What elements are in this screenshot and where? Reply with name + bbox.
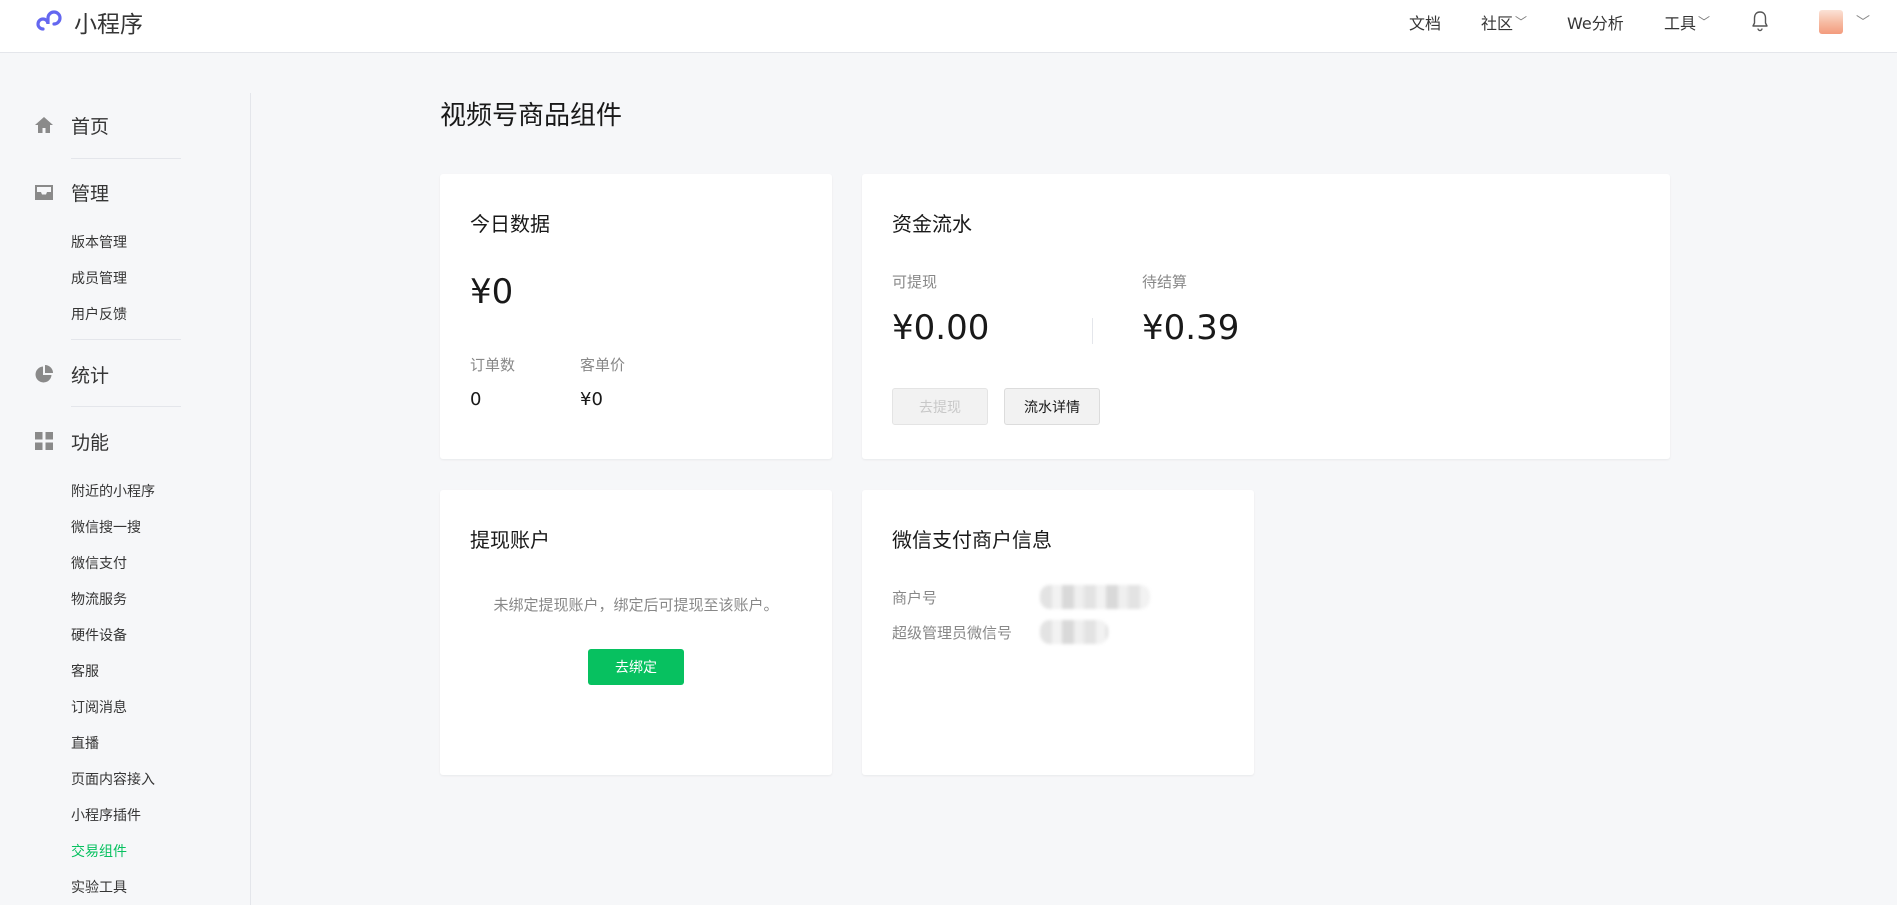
sidebar-subitem-nearby[interactable]: 附近的小程序: [71, 481, 155, 501]
nav-we-analytics-label: We分析: [1567, 14, 1624, 33]
chevron-down-icon: ﹀: [1698, 14, 1711, 29]
withdrawable-label: 可提现: [892, 273, 938, 291]
orders-label: 订单数: [470, 356, 516, 374]
nav-tools[interactable]: 工具 ﹀: [1664, 9, 1710, 35]
card-title: 资金流水: [892, 212, 972, 236]
chevron-down-icon[interactable]: ﹀: [1856, 12, 1870, 32]
pie-chart-icon: [35, 365, 53, 383]
nav-docs[interactable]: 文档: [1409, 9, 1441, 35]
sidebar-item-label: 统计: [71, 364, 110, 387]
merchant-info-card: 微信支付商户信息 商户号 超级管理员微信号: [862, 490, 1254, 775]
sidebar-subitem-hardware[interactable]: 硬件设备: [71, 625, 127, 645]
divider: [71, 406, 181, 407]
card-title: 微信支付商户信息: [892, 528, 1052, 552]
pending-value: ¥0.39: [1142, 308, 1240, 348]
unbound-message: 未绑定提现账户，绑定后可提现至该账户。: [493, 596, 779, 614]
chevron-down-icon: ﹀: [1515, 14, 1528, 29]
sidebar-subitem-service[interactable]: 客服: [71, 661, 99, 681]
flow-details-button[interactable]: 流水详情: [1004, 388, 1100, 425]
admin-wechat-label: 超级管理员微信号: [892, 624, 1013, 642]
bind-account-button[interactable]: 去绑定: [588, 649, 684, 685]
sidebar-subitem-version[interactable]: 版本管理: [71, 232, 127, 252]
nav-we-analytics[interactable]: We分析: [1567, 9, 1624, 35]
sidebar-subitem-lab[interactable]: 实验工具: [71, 877, 127, 897]
sidebar-item-label: 首页: [71, 115, 110, 138]
withdraw-button[interactable]: 去提现: [892, 388, 988, 425]
sidebar-subitem-plugins[interactable]: 小程序插件: [71, 805, 141, 825]
card-title: 今日数据: [470, 212, 550, 236]
sidebar-subitem-live[interactable]: 直播: [71, 733, 99, 753]
avg-price-label: 客单价: [580, 356, 626, 374]
merchant-id-label: 商户号: [892, 589, 938, 607]
bell-icon[interactable]: [1750, 10, 1770, 32]
app-name: 小程序: [74, 12, 143, 38]
admin-wechat-value-redacted: [1040, 620, 1108, 644]
pending-label: 待结算: [1142, 273, 1188, 291]
divider: [1092, 318, 1093, 344]
mini-program-logo-icon: [36, 10, 62, 31]
sidebar-subitem-logistics[interactable]: 物流服务: [71, 589, 127, 609]
orders-value: 0: [470, 389, 482, 410]
sidebar-subitem-feedback[interactable]: 用户反馈: [71, 304, 127, 324]
brand[interactable]: 小程序: [32, 4, 143, 40]
sidebar-subitem-trade-component[interactable]: 交易组件: [71, 841, 127, 861]
sidebar-subitem-page-content[interactable]: 页面内容接入: [71, 769, 155, 789]
nav-tools-label: 工具: [1664, 14, 1697, 33]
inbox-icon: [35, 185, 53, 200]
card-title: 提现账户: [470, 528, 550, 552]
nav-community-label: 社区: [1481, 14, 1514, 33]
nav-docs-label: 文档: [1409, 14, 1442, 33]
sidebar-item-stats[interactable]: 统计: [34, 359, 109, 389]
withdrawable-value: ¥0.00: [892, 308, 990, 348]
avg-price-value: ¥0: [580, 389, 603, 410]
today-amount: ¥0: [470, 272, 514, 312]
sidebar-subitem-pay[interactable]: 微信支付: [71, 553, 127, 573]
sidebar-item-label: 管理: [71, 182, 110, 205]
merchant-id-value-redacted: [1040, 585, 1150, 609]
sidebar-item-label: 功能: [71, 431, 110, 454]
page-title: 视频号商品组件: [440, 101, 623, 131]
top-header: 小程序 文档 社区 ﹀ We分析 工具 ﹀ ﹀: [0, 0, 1897, 53]
sidebar-item-features[interactable]: 功能: [34, 426, 109, 456]
grid-icon: [35, 432, 53, 450]
sidebar-subitem-subscribe[interactable]: 订阅消息: [71, 697, 127, 717]
divider: [71, 158, 181, 159]
sidebar-item-manage[interactable]: 管理: [34, 177, 109, 207]
home-icon: [35, 117, 53, 133]
divider: [71, 339, 181, 340]
nav-community[interactable]: 社区 ﹀: [1481, 9, 1527, 35]
funds-card: 资金流水 可提现 ¥0.00 待结算 ¥0.39 去提现 流水详情: [862, 174, 1670, 459]
sidebar-subitem-members[interactable]: 成员管理: [71, 268, 127, 288]
sidebar-subitem-search[interactable]: 微信搜一搜: [71, 517, 141, 537]
withdraw-account-card: 提现账户 未绑定提现账户，绑定后可提现至该账户。 去绑定: [440, 490, 832, 775]
sidebar-item-home[interactable]: 首页: [34, 110, 109, 140]
user-avatar[interactable]: [1819, 10, 1843, 34]
today-data-card: 今日数据 ¥0 订单数 0 客单价 ¥0: [440, 174, 832, 459]
